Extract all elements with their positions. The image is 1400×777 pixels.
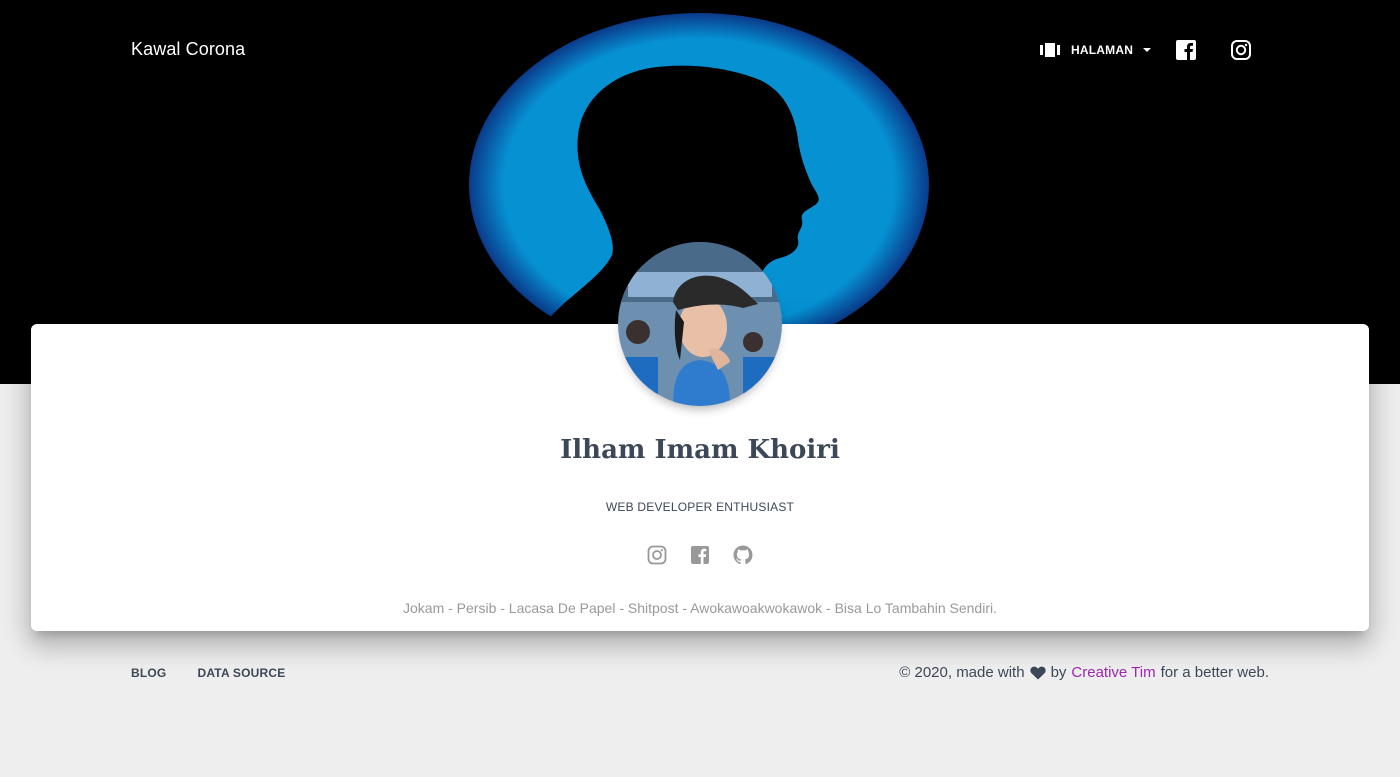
profile-description: Jokam - Persib - Lacasa De Papel - Shitp… <box>403 600 997 616</box>
navbar: Kawal Corona HALAMAN <box>0 0 1400 100</box>
instagram-icon[interactable] <box>647 545 667 565</box>
footer-link-data-source[interactable]: DATA SOURCE <box>197 666 285 680</box>
copyright-suffix: for a better web. <box>1160 664 1269 681</box>
view-carousel-icon <box>1040 43 1060 57</box>
profile-avatar <box>618 242 782 406</box>
copyright: © 2020, made with by Creative Tim for a … <box>899 664 1269 681</box>
profile-role: WEB DEVELOPER ENTHUSIAST <box>605 500 795 514</box>
facebook-icon[interactable] <box>690 545 710 565</box>
copyright-prefix: © 2020, made with <box>899 664 1025 681</box>
halaman-label: HALAMAN <box>1071 43 1134 57</box>
profile-name: Ilham Imam Khoiri <box>560 435 840 465</box>
copyright-by: by <box>1050 664 1067 681</box>
halaman-dropdown[interactable]: HALAMAN <box>1040 38 1152 62</box>
creative-tim-link[interactable]: Creative Tim <box>1071 664 1155 681</box>
footer-link-blog[interactable]: BLOG <box>131 666 166 680</box>
footer-nav: BLOG DATA SOURCE <box>131 666 285 680</box>
github-icon[interactable] <box>733 545 753 565</box>
instagram-icon[interactable] <box>1230 39 1252 61</box>
facebook-icon[interactable] <box>1175 39 1197 61</box>
caret-down-icon <box>1143 48 1152 52</box>
brand-link[interactable]: Kawal Corona <box>131 39 245 60</box>
profile-social-links <box>0 545 1400 565</box>
heart-icon <box>1029 666 1046 679</box>
